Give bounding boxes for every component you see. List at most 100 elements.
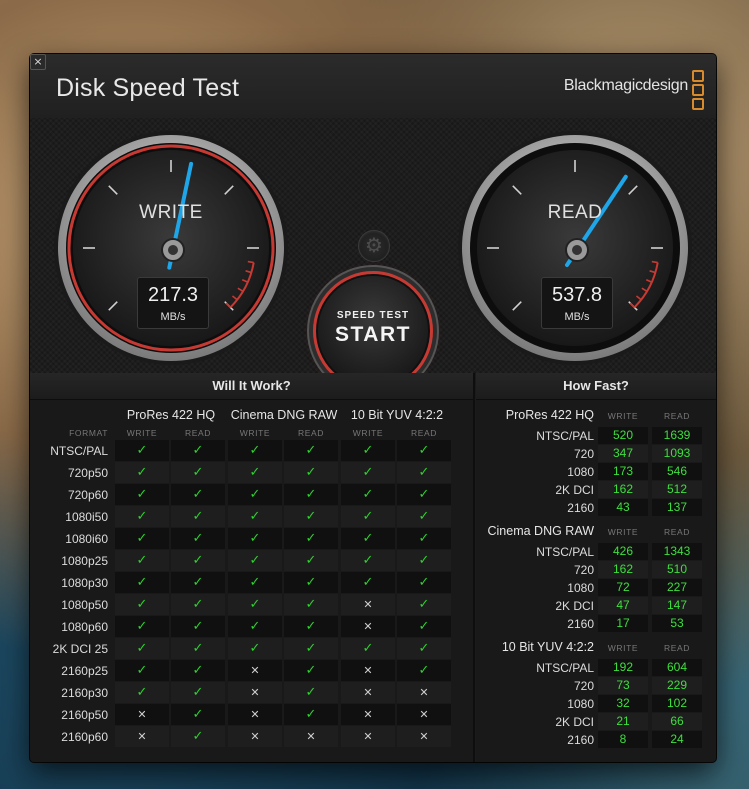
check-icon: ✓ [228, 572, 282, 593]
table-row: 1080i50 ✓ ✓ ✓ ✓ ✓ ✓ [30, 506, 473, 528]
read-speed-unit: MB/s [564, 311, 590, 323]
check-icon: ✓ [341, 462, 395, 483]
start-button-caption: SPEED TEST [336, 310, 410, 321]
check-icon: ✓ [341, 440, 395, 461]
check-icon: ✓ [397, 616, 451, 637]
format-label: 1080i50 [65, 510, 108, 524]
write-speed-unit: MB/s [160, 311, 186, 323]
check-icon: ✓ [341, 528, 395, 549]
cross-icon: ✕ [397, 726, 451, 747]
check-icon: ✓ [284, 572, 338, 593]
read-fps-value: 66 [652, 713, 702, 730]
format-label: 1080p25 [61, 554, 108, 568]
write-fps-value: 162 [598, 561, 648, 578]
read-column-header: READ [184, 428, 212, 438]
cross-icon: ✕ [397, 704, 451, 725]
write-fps-value: 347 [598, 445, 648, 462]
start-button-label: START [335, 323, 411, 346]
cross-icon: ✕ [397, 682, 451, 703]
check-icon: ✓ [284, 484, 338, 505]
table-row: NTSC/PAL ✓ ✓ ✓ ✓ ✓ ✓ [30, 440, 473, 462]
check-icon: ✓ [397, 440, 451, 461]
table-row: 2160 43 137 [476, 499, 716, 517]
check-icon: ✓ [284, 440, 338, 461]
check-icon: ✓ [397, 638, 451, 659]
table-row: 720 347 1093 [476, 445, 716, 463]
write-fps-value: 21 [598, 713, 648, 730]
check-icon: ✓ [341, 484, 395, 505]
read-fps-value: 1639 [652, 427, 702, 444]
check-icon: ✓ [228, 462, 282, 483]
check-icon: ✓ [284, 704, 338, 725]
format-column-header: FORMAT [69, 428, 108, 438]
read-fps-value: 510 [652, 561, 702, 578]
write-readout: 217.3 MB/s [137, 277, 209, 329]
write-fps-value: 162 [598, 481, 648, 498]
write-fps-value: 8 [598, 731, 648, 748]
resolution-label: 2160 [567, 617, 594, 631]
write-fps-value: 17 [598, 615, 648, 632]
format-label: 2160p30 [61, 686, 108, 700]
check-icon: ✓ [284, 528, 338, 549]
write-fps-value: 426 [598, 543, 648, 560]
table-row: 2160p25 ✓ ✓ ✕ ✓ ✕ ✓ [30, 660, 473, 682]
format-label: 2160p60 [61, 730, 108, 744]
cross-icon: ✕ [228, 704, 282, 725]
read-column-header: READ [663, 643, 691, 653]
check-icon: ✓ [171, 726, 225, 747]
cross-icon: ✕ [341, 616, 395, 637]
resolution-label: NTSC/PAL [536, 661, 594, 675]
read-fps-value: 227 [652, 579, 702, 596]
resolution-label: 2K DCI [555, 483, 594, 497]
read-readout: 537.8 MB/s [541, 277, 613, 329]
cross-icon: ✕ [115, 726, 169, 747]
read-fps-value: 604 [652, 659, 702, 676]
write-column-header: WRITE [607, 527, 639, 537]
check-icon: ✓ [228, 528, 282, 549]
check-icon: ✓ [115, 506, 169, 527]
gauge-red-tick [247, 260, 254, 264]
check-icon: ✓ [171, 594, 225, 615]
check-icon: ✓ [115, 484, 169, 505]
check-icon: ✓ [341, 572, 395, 593]
check-icon: ✓ [171, 462, 225, 483]
will-it-work-title: Will It Work? [30, 373, 473, 400]
read-fps-value: 137 [652, 499, 702, 516]
format-label: 2160p50 [61, 708, 108, 722]
table-row: 2160p50 ✕ ✓ ✕ ✓ ✕ ✕ [30, 704, 473, 726]
read-gauge: READ 537.8 MB/s [456, 129, 694, 367]
write-fps-value: 43 [598, 499, 648, 516]
check-icon: ✓ [228, 638, 282, 659]
codec-header: 10 Bit YUV 4:2:2 [350, 408, 444, 422]
write-fps-value: 173 [598, 463, 648, 480]
check-icon: ✓ [171, 550, 225, 571]
read-fps-value: 102 [652, 695, 702, 712]
check-icon: ✓ [228, 616, 282, 637]
check-icon: ✓ [341, 506, 395, 527]
cross-icon: ✕ [341, 726, 395, 747]
check-icon: ✓ [115, 440, 169, 461]
format-label: 1080p30 [61, 576, 108, 590]
write-gauge-dial [54, 131, 288, 365]
table-row: NTSC/PAL 426 1343 [476, 543, 716, 561]
table-row: 720p60 ✓ ✓ ✓ ✓ ✓ ✓ [30, 484, 473, 506]
resolution-label: 2K DCI [555, 599, 594, 613]
check-icon: ✓ [171, 704, 225, 725]
table-row: 1080p60 ✓ ✓ ✓ ✓ ✕ ✓ [30, 616, 473, 638]
format-label: 2160p25 [61, 664, 108, 678]
check-icon: ✓ [228, 484, 282, 505]
check-icon: ✓ [115, 550, 169, 571]
write-fps-value: 520 [598, 427, 648, 444]
write-fps-value: 192 [598, 659, 648, 676]
check-icon: ✓ [284, 660, 338, 681]
settings-button[interactable]: ⚙ [358, 230, 390, 262]
format-label: NTSC/PAL [50, 444, 108, 458]
check-icon: ✓ [115, 616, 169, 637]
table-row: NTSC/PAL 520 1639 [476, 427, 716, 445]
close-button[interactable]: × [30, 54, 46, 70]
check-icon: ✓ [171, 682, 225, 703]
write-fps-value: 47 [598, 597, 648, 614]
format-label: 1080p50 [61, 598, 108, 612]
cross-icon: ✕ [341, 594, 395, 615]
check-icon: ✓ [228, 594, 282, 615]
